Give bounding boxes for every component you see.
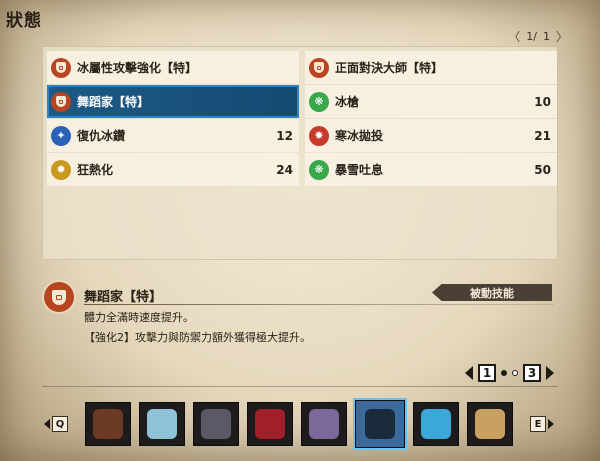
skill-name: 寒冰拋投 — [335, 129, 384, 143]
page-key-left[interactable]: 1 — [478, 364, 496, 382]
page-title: 狀態 — [6, 11, 42, 31]
monster-slot[interactable] — [467, 402, 513, 446]
red-skill-icon: ✸ — [309, 125, 329, 146]
monster-slot-active[interactable] — [353, 398, 407, 450]
monster-portrait-icon — [255, 409, 285, 439]
skill-name: 狂熱化 — [77, 163, 114, 177]
monster-selector: Q E — [44, 398, 554, 450]
skill-list-panel: 冰屬性攻擊強化【特】 舞蹈家【特】 ✦ 復仇冰鑽 12 ✹ 狂熱化 24 正面對… — [42, 46, 558, 260]
skill-column-left: 冰屬性攻擊強化【特】 舞蹈家【特】 ✦ 復仇冰鑽 12 ✹ 狂熱化 24 — [47, 51, 299, 187]
skill-row[interactable]: ✹ 狂熱化 24 — [47, 153, 299, 186]
skill-name: 暴雪吐息 — [335, 163, 384, 177]
monster-slot[interactable] — [301, 402, 347, 446]
key-e: E — [530, 416, 546, 432]
next-monster-key[interactable]: E — [530, 416, 554, 432]
skill-name: 舞蹈家【特】 — [77, 95, 150, 109]
skill-column-right: 正面對決大師【特】 ❋ 冰槍 10 ✸ 寒冰拋投 21 ❋ 暴雪吐息 50 — [305, 51, 557, 187]
monster-portrait-icon — [147, 409, 177, 439]
monster-portrait-icon — [309, 409, 339, 439]
prev-monster-key[interactable]: Q — [44, 416, 68, 432]
chevron-left-icon[interactable]: 〈 — [508, 28, 520, 45]
arrow-left-icon — [44, 419, 50, 429]
shield-icon — [44, 282, 74, 312]
page-counter: 〈 1/ 1 〉 — [508, 28, 568, 45]
monster-slot[interactable] — [413, 402, 459, 446]
green-skill-icon: ❋ — [309, 91, 329, 112]
monster-slots — [85, 398, 513, 450]
monster-slot[interactable] — [85, 402, 131, 446]
page-dot-active — [501, 370, 507, 376]
monster-portrait-icon — [365, 409, 395, 439]
divider — [42, 386, 558, 387]
key-q: Q — [52, 416, 68, 432]
arrow-right-icon[interactable] — [546, 366, 554, 380]
monster-slot[interactable] — [193, 402, 239, 446]
skill-row[interactable]: ✸ 寒冰拋投 21 — [305, 119, 557, 152]
chevron-right-icon[interactable]: 〉 — [556, 28, 568, 45]
skill-row[interactable]: 冰屬性攻擊強化【特】 — [47, 51, 299, 84]
monster-slot[interactable] — [247, 402, 293, 446]
skill-row[interactable]: ✦ 復仇冰鑽 12 — [47, 119, 299, 152]
shield-icon — [51, 91, 71, 112]
green-skill-icon: ❋ — [309, 159, 329, 180]
skill-detail-panel: 舞蹈家【特】 被動技能 體力全滿時速度提升。 【強化2】攻擊力與防禦力額外獲得極… — [42, 280, 558, 350]
page-current: 1/ — [526, 30, 537, 43]
skill-type-badge: 被動技能 — [432, 284, 552, 301]
skill-level: 50 — [534, 162, 551, 177]
blue-skill-icon: ✦ — [51, 125, 71, 146]
shield-icon — [309, 57, 329, 78]
skill-row[interactable]: 正面對決大師【特】 — [305, 51, 557, 84]
gold-skill-icon: ✹ — [51, 159, 71, 180]
skill-level: 21 — [534, 128, 551, 143]
shield-icon — [51, 57, 71, 78]
detail-skill-name: 舞蹈家【特】 — [84, 290, 163, 305]
arrow-left-icon[interactable] — [465, 366, 473, 380]
divider — [84, 304, 554, 305]
page-indicator: 1 3 — [465, 364, 554, 382]
skill-name: 冰槍 — [335, 95, 360, 109]
description-line: 【強化2】攻擊力與防禦力額外獲得極大提升。 — [84, 331, 311, 344]
arrow-right-icon — [548, 419, 554, 429]
skill-name: 冰屬性攻擊強化【特】 — [77, 61, 198, 75]
description-line: 體力全滿時速度提升。 — [84, 311, 194, 324]
monster-portrait-icon — [421, 409, 451, 439]
skill-level: 12 — [276, 128, 293, 143]
skill-name: 正面對決大師【特】 — [335, 61, 444, 75]
page-dot — [512, 370, 518, 376]
page-total: 1 — [542, 30, 550, 43]
skill-row[interactable]: ❋ 暴雪吐息 50 — [305, 153, 557, 186]
monster-portrait-icon — [93, 409, 123, 439]
monster-slot[interactable] — [139, 402, 185, 446]
page-key-right[interactable]: 3 — [523, 364, 541, 382]
skill-level: 10 — [534, 94, 551, 109]
monster-portrait-icon — [201, 409, 231, 439]
skill-row[interactable]: ❋ 冰槍 10 — [305, 85, 557, 118]
skill-description: 體力全滿時速度提升。 【強化2】攻擊力與防禦力額外獲得極大提升。 — [84, 308, 311, 348]
monster-portrait-icon — [475, 409, 505, 439]
skill-level: 24 — [276, 162, 293, 177]
skill-name: 復仇冰鑽 — [77, 129, 126, 143]
skill-row-selected[interactable]: 舞蹈家【特】 — [47, 85, 299, 118]
